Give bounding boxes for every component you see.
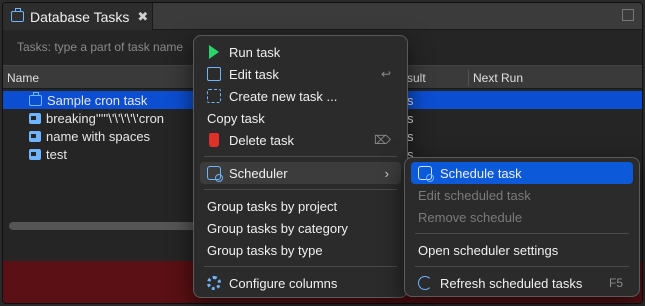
tab-database-tasks[interactable]: Database Tasks ✖ <box>3 3 153 30</box>
gear-icon <box>207 276 221 290</box>
menu-item-label: Refresh scheduled tasks <box>440 275 583 291</box>
menu-item-copy-task[interactable]: Copy task <box>200 107 401 129</box>
scheduler-icon <box>207 166 223 182</box>
task-name: breaking'''''\'\'\'\'\'cron <box>46 110 165 126</box>
menu-item-label: Remove schedule <box>418 209 523 225</box>
menu-item-remove-schedule: Remove schedule <box>411 206 633 228</box>
shell-task-icon <box>29 148 41 160</box>
menu-item-configure-columns[interactable]: Configure columns <box>200 272 401 294</box>
cron-task-icon <box>29 91 42 106</box>
edit-icon <box>207 67 221 81</box>
tab-title: Database Tasks <box>30 8 130 25</box>
tab-bar: Database Tasks ✖ <box>3 3 642 30</box>
task-name: test <box>46 146 67 162</box>
refresh-icon <box>418 276 432 290</box>
horizontal-scrollbar[interactable] <box>9 222 199 230</box>
menu-separator <box>415 233 629 234</box>
menu-item-group-by-category[interactable]: Group tasks by category <box>200 217 401 239</box>
menu-item-label: Group tasks by type <box>207 242 323 258</box>
column-header-next-run[interactable]: Next Run <box>473 71 523 85</box>
menu-item-group-by-project[interactable]: Group tasks by project <box>200 195 401 217</box>
shell-task-icon <box>29 112 41 124</box>
column-header-name[interactable]: Name <box>7 71 39 85</box>
menu-item-label: Run task <box>229 44 281 60</box>
menu-item-schedule-task[interactable]: Schedule task <box>411 162 633 184</box>
column-divider[interactable] <box>468 70 469 86</box>
maximize-icon[interactable] <box>622 9 634 21</box>
task-name: Sample cron task <box>47 92 148 108</box>
menu-item-refresh-scheduled-tasks[interactable]: Refresh scheduled tasks F5 <box>411 272 633 294</box>
trash-icon <box>209 133 219 147</box>
new-task-icon <box>207 89 221 103</box>
menu-item-scheduler[interactable]: Scheduler › <box>200 162 401 184</box>
task-context-menu: Run task Edit task ↩ Create new task ...… <box>193 35 408 298</box>
menu-item-label: Group tasks by project <box>207 198 338 214</box>
task-name-cell: test <box>29 147 67 162</box>
menu-item-label: Schedule task <box>440 165 522 181</box>
menu-separator <box>204 189 397 190</box>
menu-item-label: Edit task <box>229 66 279 82</box>
menu-item-label: Copy task <box>207 110 265 126</box>
shortcut-label: F5 <box>608 276 623 290</box>
task-name-cell: breaking'''''\'\'\'\'\'cron <box>29 111 164 126</box>
menu-item-label: Edit scheduled task <box>418 187 531 203</box>
menu-item-label: Scheduler <box>229 165 288 181</box>
task-name: name with spaces <box>46 128 151 144</box>
menu-item-label: Open scheduler settings <box>418 242 559 258</box>
column-header-last-result[interactable]: sult <box>407 71 426 85</box>
menu-item-label: Group tasks by category <box>207 220 348 236</box>
delete-key-icon: ⌦ <box>374 133 391 147</box>
menu-item-run-task[interactable]: Run task <box>200 41 401 63</box>
task-filter-input[interactable]: Tasks: type a part of task name <box>17 40 183 54</box>
menu-item-edit-scheduled-task: Edit scheduled task <box>411 184 633 206</box>
menu-item-label: Delete task <box>229 132 295 148</box>
shell-task-icon <box>29 130 41 142</box>
menu-separator <box>204 156 397 157</box>
menu-item-group-by-type[interactable]: Group tasks by type <box>200 239 401 261</box>
menu-separator <box>415 266 629 267</box>
menu-item-open-scheduler-settings[interactable]: Open scheduler settings <box>411 239 633 261</box>
tasks-icon <box>11 8 24 22</box>
menu-item-edit-task[interactable]: Edit task ↩ <box>200 63 401 85</box>
scheduler-submenu: Schedule task Edit scheduled task Remove… <box>404 157 640 297</box>
chevron-right-icon: › <box>384 165 389 181</box>
menu-item-label: Create new task ... <box>229 88 338 104</box>
return-key-icon: ↩ <box>380 67 391 81</box>
menu-item-label: Configure columns <box>229 275 338 291</box>
play-icon <box>209 45 219 59</box>
task-name-cell: Sample cron task <box>29 91 148 108</box>
close-icon[interactable]: ✖ <box>137 9 148 25</box>
menu-separator <box>204 266 397 267</box>
menu-item-create-task[interactable]: Create new task ... <box>200 85 401 107</box>
menu-item-delete-task[interactable]: Delete task ⌦ <box>200 129 401 151</box>
task-name-cell: name with spaces <box>29 129 150 144</box>
schedule-icon <box>418 166 434 182</box>
